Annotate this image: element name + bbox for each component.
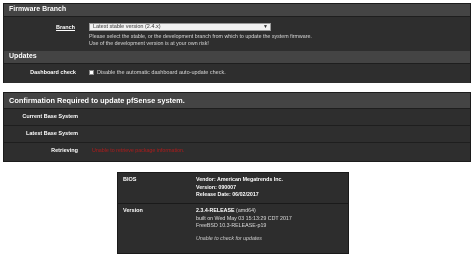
- branch-select-value: Latest stable version (2.4.x): [93, 24, 161, 30]
- version-update-status: Unable to check for updates: [196, 235, 262, 242]
- bios-version: Version: 090007: [196, 184, 237, 191]
- latest-base-system-label: Latest Base System: [26, 131, 78, 137]
- bios-row: BIOS Vendor: American Megatrends Inc. Ve…: [118, 173, 348, 204]
- firmware-branch-panel: Firmware Branch Branch Latest stable ver…: [3, 3, 471, 83]
- branch-label: Branch: [56, 25, 75, 31]
- branch-row: Branch Latest stable version (2.4.x) ▼ P…: [4, 16, 470, 51]
- retrieving-label: Retrieving: [51, 148, 78, 154]
- version-arch: (amd64): [234, 208, 256, 214]
- dashboard-check-description[interactable]: Disable the automatic dashboard auto-upd…: [97, 70, 226, 76]
- branch-select[interactable]: Latest stable version (2.4.x) ▼: [89, 23, 271, 31]
- version-details: 2.3.4-RELEASE (amd64) built on Wed May 0…: [196, 208, 292, 243]
- dashboard-check-row: Dashboard check Disable the automatic da…: [4, 63, 470, 83]
- version-built: built on Wed May 03 15:13:29 CDT 2017: [196, 215, 292, 222]
- version-freebsd: FreeBSD 10.3-RELEASE-p19: [196, 223, 267, 230]
- current-base-system-row: Current Base System: [4, 108, 470, 125]
- chevron-down-icon: ▼: [263, 24, 268, 30]
- version-row: Version 2.3.4-RELEASE (amd64) built on W…: [118, 204, 348, 254]
- updates-heading: Updates: [4, 51, 470, 63]
- latest-base-system-row: Latest Base System: [4, 125, 470, 142]
- bios-details: Vendor: American Megatrends Inc. Version…: [196, 177, 283, 200]
- branch-warning-text: Use of the development version is at you…: [89, 41, 209, 47]
- bios-release-date: Release Date: 06/02/2017: [196, 192, 259, 199]
- dashboard-check-checkbox[interactable]: [89, 70, 94, 75]
- firmware-branch-heading: Firmware Branch: [4, 4, 470, 16]
- system-info-panel: BIOS Vendor: American Megatrends Inc. Ve…: [117, 172, 349, 254]
- retrieving-row: Retrieving Unable to retrieve package in…: [4, 142, 470, 161]
- bios-vendor: Vendor: American Megatrends Inc.: [196, 177, 283, 183]
- version-label: Version: [123, 208, 143, 214]
- dashboard-check-label: Dashboard check: [30, 70, 76, 76]
- confirmation-panel: Confirmation Required to update pfSense …: [3, 92, 471, 162]
- confirmation-heading: Confirmation Required to update pfSense …: [4, 93, 470, 108]
- bios-label: BIOS: [123, 177, 137, 183]
- version-main: 2.3.4-RELEASE: [196, 208, 235, 214]
- retrieving-status: Unable to retrieve package information.: [92, 148, 185, 154]
- current-base-system-label: Current Base System: [22, 114, 78, 120]
